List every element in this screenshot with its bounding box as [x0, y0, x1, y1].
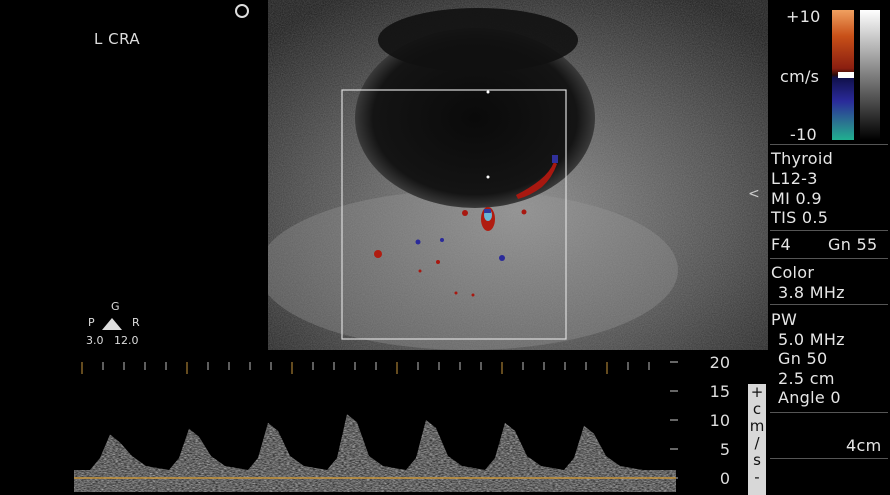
preset-label: Thyroid — [771, 149, 834, 168]
velocity-label-10: 10 — [709, 411, 730, 430]
color-scale-min: -10 — [790, 125, 818, 144]
grayscale-bar — [860, 10, 880, 140]
color-baseline-marker[interactable] — [838, 72, 854, 78]
gain-label: Gn 55 — [828, 235, 878, 254]
orientation-marker-icon — [235, 4, 249, 18]
unit-s: s — [753, 451, 761, 469]
color-mode-title: Color — [771, 263, 815, 282]
velocity-label-0: 0 — [719, 469, 730, 488]
doppler-spectrum — [74, 361, 678, 492]
unit-slash: / — [754, 434, 760, 452]
probe-orientation: G P R 3.0 12.0 — [84, 300, 154, 348]
probe-orient-p: P — [88, 316, 95, 329]
velocity-label-20: 20 — [709, 353, 730, 372]
unit-plus: + — [750, 383, 764, 401]
probe-orient-g: G — [111, 300, 120, 313]
unit-c: c — [752, 400, 762, 418]
color-scale-max: +10 — [786, 7, 821, 26]
frequency-setting: F4 — [771, 235, 791, 254]
color-flow-blue — [552, 155, 558, 163]
pw-frequency: 5.0 MHz — [778, 330, 845, 349]
region-label: L CRA — [94, 30, 141, 48]
depth-label: 4cm — [846, 436, 882, 455]
depth-caret[interactable]: < — [748, 186, 760, 202]
color-scale-unit: cm/s — [780, 67, 820, 86]
velocity-label-5: 5 — [719, 440, 730, 459]
velocity-unit-label: + c m / s - — [748, 384, 766, 495]
velocity-label-15: 15 — [709, 382, 730, 401]
mi-label: MI 0.9 — [771, 189, 822, 208]
probe-label: L12-3 — [771, 169, 818, 188]
pw-gate-depth: 2.5 cm — [778, 369, 835, 388]
unit-minus: - — [754, 468, 760, 486]
probe-orient-left-value: 3.0 — [86, 334, 104, 347]
velocity-scale: 20 15 10 5 0 — [690, 352, 740, 495]
pw-mode-title: PW — [771, 310, 798, 329]
bmode-image — [268, 0, 768, 350]
tis-label: TIS 0.5 — [771, 208, 829, 227]
pw-angle: Angle 0 — [778, 388, 841, 407]
color-frequency: 3.8 MHz — [778, 283, 845, 302]
unit-m: m — [749, 417, 765, 435]
pw-gain: Gn 50 — [778, 349, 828, 368]
triangle-icon — [102, 318, 122, 330]
probe-orient-right-value: 12.0 — [114, 334, 139, 347]
probe-orient-r: R — [132, 316, 140, 329]
